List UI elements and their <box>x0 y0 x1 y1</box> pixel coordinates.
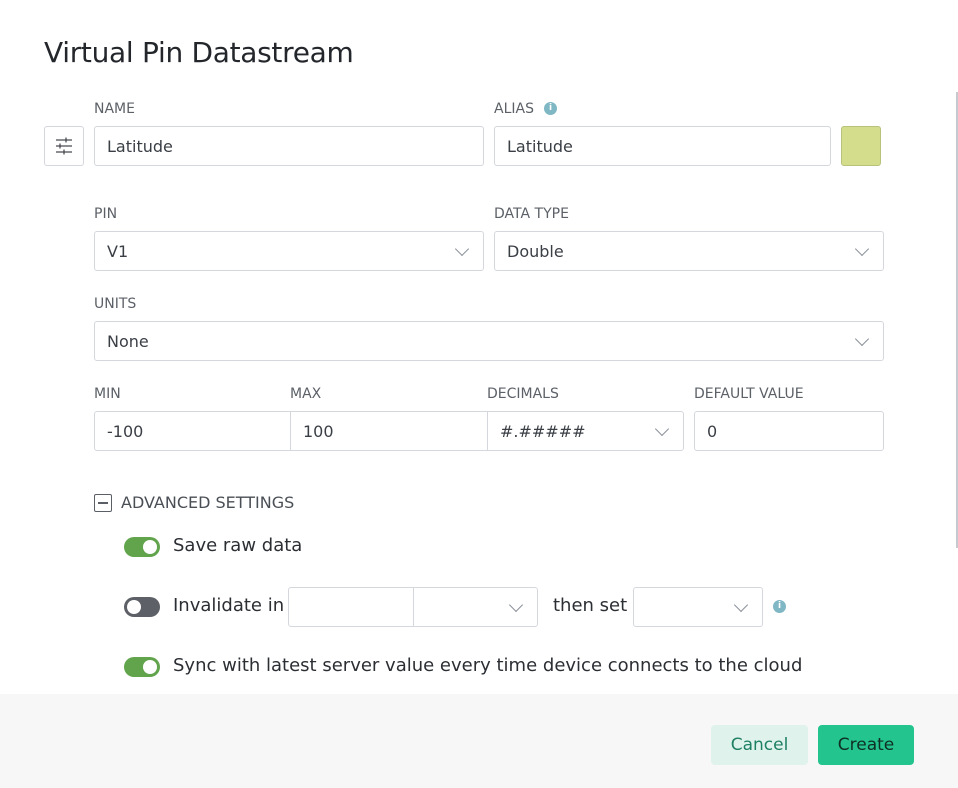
pin-label: PIN <box>94 206 118 222</box>
dialog-title: Virtual Pin Datastream <box>44 36 354 69</box>
min-value: -100 <box>107 421 144 441</box>
dialog-footer <box>0 694 958 788</box>
default-value: 0 <box>707 421 718 441</box>
invalidate-unit-select[interactable] <box>413 587 538 627</box>
chevron-down-icon <box>654 421 670 436</box>
data-type-label: DATA TYPE <box>494 206 569 222</box>
then-set-select[interactable] <box>633 587 763 627</box>
save-raw-data-label: Save raw data <box>173 535 303 556</box>
chevron-down-icon <box>733 597 749 612</box>
then-set-label: then set <box>553 595 628 616</box>
info-icon[interactable]: i <box>773 600 786 613</box>
invalidate-toggle[interactable] <box>124 597 160 617</box>
default-value-label: DEFAULT VALUE <box>694 386 804 402</box>
chevron-down-icon <box>454 241 470 256</box>
data-type-select[interactable]: Double <box>494 231 884 271</box>
alias-input[interactable]: Latitude <box>494 126 831 166</box>
pin-select[interactable]: V1 <box>94 231 484 271</box>
units-select[interactable]: None <box>94 321 884 361</box>
max-label: MAX <box>290 386 322 402</box>
chevron-down-icon <box>508 597 524 612</box>
decimals-label: DECIMALS <box>487 386 559 402</box>
datastream-icon-button[interactable] <box>44 126 84 166</box>
default-value-input[interactable]: 0 <box>694 411 884 451</box>
create-button[interactable]: Create <box>818 725 914 765</box>
decimals-value: #.##### <box>500 421 586 441</box>
chevron-down-icon <box>854 331 870 346</box>
pin-value: V1 <box>107 241 129 261</box>
chevron-down-icon <box>854 241 870 256</box>
decimals-select[interactable]: #.##### <box>487 411 684 451</box>
data-type-value: Double <box>507 241 564 261</box>
alias-value: Latitude <box>507 136 573 156</box>
name-input[interactable]: Latitude <box>94 126 484 166</box>
max-input[interactable]: 100 <box>290 411 488 451</box>
advanced-settings-toggle[interactable]: ADVANCED SETTINGS <box>121 493 294 512</box>
invalidate-amount-input[interactable] <box>288 587 414 627</box>
sync-toggle[interactable] <box>124 657 160 677</box>
color-swatch[interactable] <box>841 126 881 166</box>
settings-sliders-icon <box>56 137 72 155</box>
info-icon[interactable]: i <box>544 102 557 115</box>
units-value: None <box>107 331 149 351</box>
save-raw-data-toggle[interactable] <box>124 537 160 557</box>
collapse-icon[interactable] <box>94 494 112 512</box>
alias-label: ALIAS <box>494 101 534 117</box>
cancel-button[interactable]: Cancel <box>711 725 808 765</box>
name-label: NAME <box>94 101 135 117</box>
units-label: UNITS <box>94 296 137 312</box>
min-label: MIN <box>94 386 121 402</box>
max-value: 100 <box>303 421 334 441</box>
min-input[interactable]: -100 <box>94 411 291 451</box>
sync-label: Sync with latest server value every time… <box>173 655 803 676</box>
invalidate-label: Invalidate in <box>173 595 285 616</box>
name-value: Latitude <box>107 136 173 156</box>
